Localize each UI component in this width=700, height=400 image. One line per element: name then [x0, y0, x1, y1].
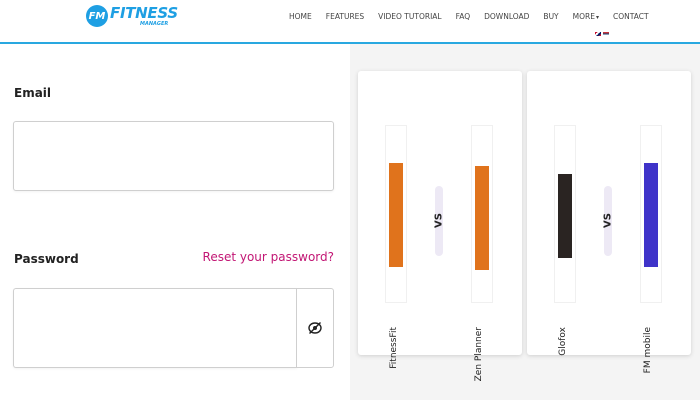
nav-features[interactable]: FEATURES: [326, 12, 364, 21]
logo-sub: MANAGER: [140, 20, 169, 27]
app-screen: [558, 174, 572, 258]
vs-badge: VS: [434, 186, 445, 256]
password-field[interactable]: [13, 288, 297, 368]
app-screenshot: [471, 125, 493, 303]
logo-word: FITNESS: [110, 3, 178, 22]
nav-faq[interactable]: FAQ: [456, 12, 471, 21]
nav-download[interactable]: DOWNLOAD: [484, 12, 529, 21]
page: FM FITNESS MANAGER HOME FEATURES VIDEO T…: [0, 0, 700, 400]
email-field[interactable]: [13, 121, 334, 191]
logo-text: FITNESS MANAGER: [110, 3, 178, 27]
comparison-card[interactable]: VS Glofox FM mobile: [527, 71, 691, 373]
language-switcher: [595, 32, 609, 36]
nav-home[interactable]: HOME: [289, 12, 312, 21]
app-screen: [644, 163, 658, 267]
password-label: Password: [14, 252, 79, 266]
reset-password-link[interactable]: Reset your password?: [203, 250, 334, 264]
fitness-manager-logo[interactable]: FM FITNESS MANAGER: [86, 5, 178, 27]
nav-more-label: MORE: [572, 12, 595, 21]
app-name: FitnessFit: [389, 327, 399, 369]
app-screenshot: [554, 125, 576, 303]
nav-buy[interactable]: BUY: [543, 12, 558, 21]
main-nav: HOME FEATURES VIDEO TUTORIAL FAQ DOWNLOA…: [289, 12, 663, 21]
nav-video-tutorial[interactable]: VIDEO TUTORIAL: [378, 12, 441, 21]
top-navbar: FM FITNESS MANAGER HOME FEATURES VIDEO T…: [0, 0, 700, 44]
vs-badge: VS: [603, 186, 614, 256]
comparison-card[interactable]: VS FitnessFit Zen Planner: [358, 71, 522, 381]
email-label: Email: [14, 86, 52, 100]
app-name: FM mobile: [643, 327, 653, 374]
toggle-password-visibility-button[interactable]: [296, 288, 334, 368]
nav-contact[interactable]: CONTACT: [613, 12, 649, 21]
app-name: Zen Planner: [474, 327, 484, 382]
chevron-down-icon: ▾: [595, 14, 599, 21]
english-flag-icon[interactable]: [595, 32, 601, 36]
comparison-panel: VS FitnessFit Zen Planner VS Glofox FM m…: [350, 44, 700, 400]
nav-more[interactable]: MORE▾: [573, 12, 599, 21]
app-screen: [475, 166, 489, 270]
app-screenshot: [640, 125, 662, 303]
logo-badge: FM: [86, 5, 108, 27]
serbian-flag-icon[interactable]: [603, 32, 609, 36]
app-screenshot: [385, 125, 407, 303]
eye-slash-icon: [308, 322, 322, 334]
app-name: Glofox: [558, 327, 568, 356]
app-screen: [389, 163, 403, 267]
